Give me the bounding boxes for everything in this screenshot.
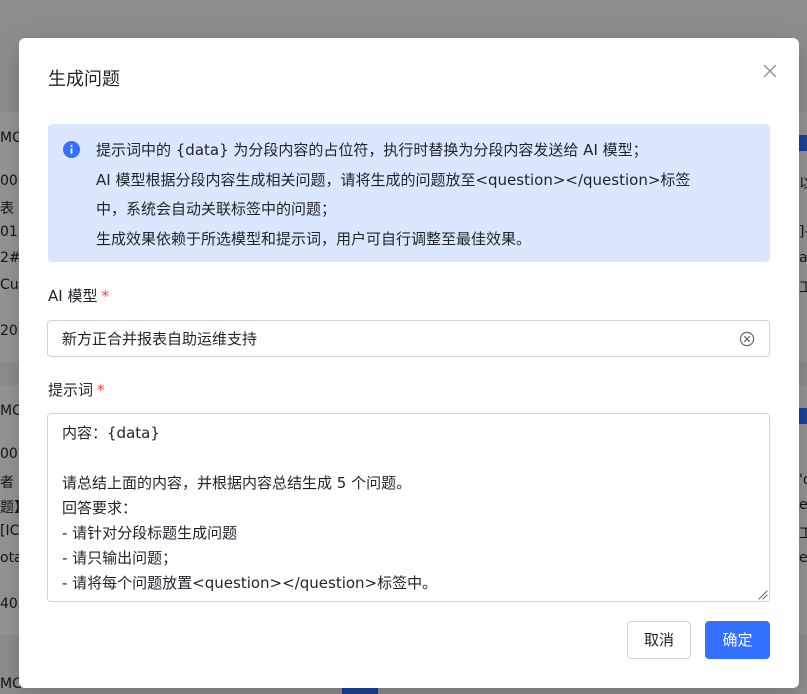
info-line: AI 模型根据分段内容生成相关问题，请将生成的问题放至<question></q… — [96, 170, 691, 189]
prompt-content: 内容：{data} 请总结上面的内容，并根据内容总结生成 5 个问题。 回答要求… — [62, 421, 752, 596]
close-icon — [763, 64, 777, 78]
resize-handle-icon[interactable] — [756, 588, 768, 600]
prompt-label: 提示词 * — [48, 380, 105, 400]
ai-model-value: 新方正合并报表自助运维支持 — [62, 330, 258, 348]
info-alert: 提示词中的 {data} 为分段内容的占位符，执行时替换为分段内容发送给 AI … — [48, 124, 770, 262]
generate-questions-dialog: 生成问题 提示词中的 {data} 为分段内容的占位符，执行时替换为分段内容发送… — [19, 38, 799, 688]
prompt-line: 回答要求： — [62, 499, 138, 517]
required-mark: * — [101, 287, 109, 305]
ai-model-label: AI 模型 * — [48, 286, 109, 306]
info-text: 提示词中的 {data} 为分段内容的占位符，执行时替换为分段内容发送给 AI … — [96, 136, 758, 254]
required-mark: * — [97, 381, 105, 399]
dialog-title: 生成问题 — [48, 69, 120, 90]
prompt-line: 内容：{data} — [62, 424, 160, 442]
info-line: 提示词中的 {data} 为分段内容的占位符，执行时替换为分段内容发送给 AI … — [96, 141, 648, 159]
prompt-line: 请总结上面的内容，并根据内容总结生成 5 个问题。 — [62, 474, 412, 492]
info-line: 生成效果依赖于所选模型和提示词，用户可自行调整至最佳效果。 — [96, 229, 532, 248]
info-line: 中，系统会自动关联标签中的问题； — [96, 200, 337, 218]
confirm-button[interactable]: 确定 — [705, 621, 770, 659]
close-button[interactable] — [761, 62, 779, 80]
cancel-button[interactable]: 取消 — [627, 621, 691, 659]
prompt-textarea[interactable]: 内容：{data} 请总结上面的内容，并根据内容总结生成 5 个问题。 回答要求… — [47, 413, 770, 602]
info-icon — [63, 141, 80, 158]
clear-icon[interactable] — [739, 331, 755, 347]
prompt-line — [62, 446, 752, 471]
ai-model-label-text: AI 模型 — [48, 287, 98, 305]
prompt-line: - 请将每个问题放置<question></question>标签中。 — [62, 574, 438, 592]
prompt-line: - 请只输出问题； — [62, 549, 178, 567]
ai-model-select[interactable]: 新方正合并报表自助运维支持 — [47, 320, 770, 357]
prompt-label-text: 提示词 — [48, 381, 94, 399]
prompt-line: - 请针对分段标题生成问题 — [62, 524, 238, 542]
